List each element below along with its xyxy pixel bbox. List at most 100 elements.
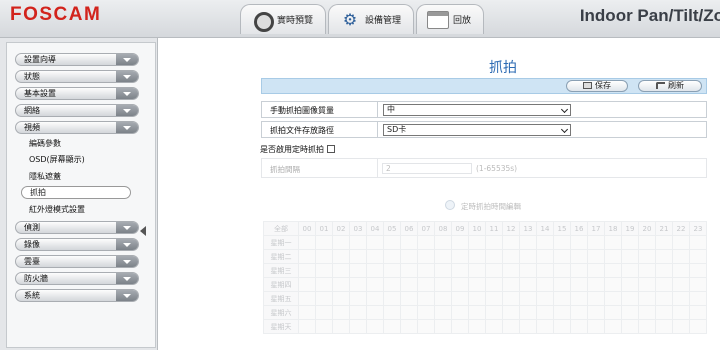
schedule-cell[interactable]	[604, 291, 622, 306]
hour-header[interactable]: 17	[587, 221, 605, 236]
hour-header[interactable]: 08	[434, 221, 452, 236]
schedule-cell[interactable]	[332, 235, 350, 250]
schedule-cell[interactable]	[689, 263, 707, 278]
schedule-cell[interactable]	[417, 319, 435, 334]
schedule-cell[interactable]	[400, 235, 418, 250]
schedule-cell[interactable]	[400, 277, 418, 292]
schedule-cell[interactable]	[638, 305, 656, 320]
schedule-cell[interactable]	[485, 249, 503, 264]
schedule-cell[interactable]	[604, 263, 622, 278]
schedule-cell[interactable]	[400, 249, 418, 264]
schedule-cell[interactable]	[502, 277, 520, 292]
schedule-cell[interactable]	[417, 235, 435, 250]
schedule-cell[interactable]	[553, 235, 571, 250]
schedule-cell[interactable]	[655, 277, 673, 292]
hour-header[interactable]: 03	[349, 221, 367, 236]
sidebar-item-network[interactable]: 網絡	[15, 104, 139, 117]
quality-select[interactable]: 中	[383, 104, 571, 116]
hour-header[interactable]: 02	[332, 221, 350, 236]
schedule-cell[interactable]	[672, 235, 690, 250]
sidebar-item-basic-settings[interactable]: 基本設置	[15, 87, 139, 100]
schedule-cell[interactable]	[672, 319, 690, 334]
schedule-cell[interactable]	[502, 263, 520, 278]
schedule-cell[interactable]	[468, 291, 486, 306]
schedule-cell[interactable]	[349, 249, 367, 264]
schedule-cell[interactable]	[468, 305, 486, 320]
schedule-cell[interactable]	[468, 319, 486, 334]
schedule-cell[interactable]	[502, 319, 520, 334]
schedule-cell[interactable]	[672, 305, 690, 320]
schedule-cell[interactable]	[298, 319, 316, 334]
schedule-cell[interactable]	[349, 319, 367, 334]
schedule-cell[interactable]	[434, 249, 452, 264]
schedule-cell[interactable]	[672, 249, 690, 264]
sidebar-item-status[interactable]: 狀態	[15, 70, 139, 83]
schedule-cell[interactable]	[553, 249, 571, 264]
schedule-cell[interactable]	[655, 305, 673, 320]
schedule-cell[interactable]	[332, 249, 350, 264]
schedule-cell[interactable]	[570, 249, 588, 264]
schedule-cell[interactable]	[604, 277, 622, 292]
schedule-cell[interactable]	[315, 291, 333, 306]
hour-header[interactable]: 14	[536, 221, 554, 236]
schedule-cell[interactable]	[417, 291, 435, 306]
schedule-cell[interactable]	[468, 235, 486, 250]
schedule-cell[interactable]	[604, 249, 622, 264]
schedule-cell[interactable]	[434, 305, 452, 320]
tab-device-management[interactable]: ⚙ 設備管理	[328, 4, 415, 34]
schedule-cell[interactable]	[655, 235, 673, 250]
schedule-cell[interactable]	[315, 263, 333, 278]
schedule-cell[interactable]	[536, 263, 554, 278]
schedule-cell[interactable]	[332, 291, 350, 306]
schedule-cell[interactable]	[638, 319, 656, 334]
schedule-cell[interactable]	[383, 291, 401, 306]
schedule-cell[interactable]	[655, 249, 673, 264]
schedule-cell[interactable]	[553, 291, 571, 306]
schedule-cell[interactable]	[451, 249, 469, 264]
schedule-cell[interactable]	[366, 305, 384, 320]
select-all-cell[interactable]: 全部	[263, 221, 299, 236]
schedule-cell[interactable]	[672, 263, 690, 278]
schedule-cell[interactable]	[604, 319, 622, 334]
sidebar-item-recording[interactable]: 錄像	[15, 238, 139, 251]
schedule-cell[interactable]	[553, 263, 571, 278]
sidebar-subitem-osd[interactable]: OSD(屏幕顯示)	[29, 155, 85, 165]
tab-live-view[interactable]: 實時預覽	[240, 4, 327, 34]
schedule-cell[interactable]	[570, 305, 588, 320]
schedule-cell[interactable]	[332, 277, 350, 292]
hour-header[interactable]: 00	[298, 221, 316, 236]
hour-header[interactable]: 10	[468, 221, 486, 236]
schedule-cell[interactable]	[451, 277, 469, 292]
day-label[interactable]: 星期五	[263, 291, 299, 306]
schedule-cell[interactable]	[587, 305, 605, 320]
hour-header[interactable]: 12	[502, 221, 520, 236]
day-label[interactable]: 星期二	[263, 249, 299, 264]
schedule-cell[interactable]	[400, 305, 418, 320]
schedule-cell[interactable]	[536, 277, 554, 292]
schedule-cell[interactable]	[638, 263, 656, 278]
schedule-cell[interactable]	[655, 291, 673, 306]
sidebar-item-setup-wizard[interactable]: 設置向導	[15, 53, 139, 66]
schedule-cell[interactable]	[689, 277, 707, 292]
schedule-cell[interactable]	[519, 277, 537, 292]
interval-input[interactable]: 2	[382, 163, 472, 174]
schedule-cell[interactable]	[621, 235, 639, 250]
hour-header[interactable]: 16	[570, 221, 588, 236]
schedule-cell[interactable]	[315, 305, 333, 320]
schedule-cell[interactable]	[366, 235, 384, 250]
schedule-cell[interactable]	[383, 277, 401, 292]
schedule-cell[interactable]	[519, 235, 537, 250]
refresh-button[interactable]: 刷新	[638, 80, 702, 92]
hour-header[interactable]: 05	[383, 221, 401, 236]
hour-header[interactable]: 13	[519, 221, 537, 236]
schedule-cell[interactable]	[451, 235, 469, 250]
schedule-cell[interactable]	[383, 305, 401, 320]
schedule-cell[interactable]	[315, 277, 333, 292]
day-label[interactable]: 星期天	[263, 319, 299, 334]
schedule-cell[interactable]	[689, 249, 707, 264]
schedule-cell[interactable]	[553, 319, 571, 334]
hour-header[interactable]: 11	[485, 221, 503, 236]
schedule-cell[interactable]	[417, 305, 435, 320]
hour-header[interactable]: 19	[621, 221, 639, 236]
day-label[interactable]: 星期一	[263, 235, 299, 250]
